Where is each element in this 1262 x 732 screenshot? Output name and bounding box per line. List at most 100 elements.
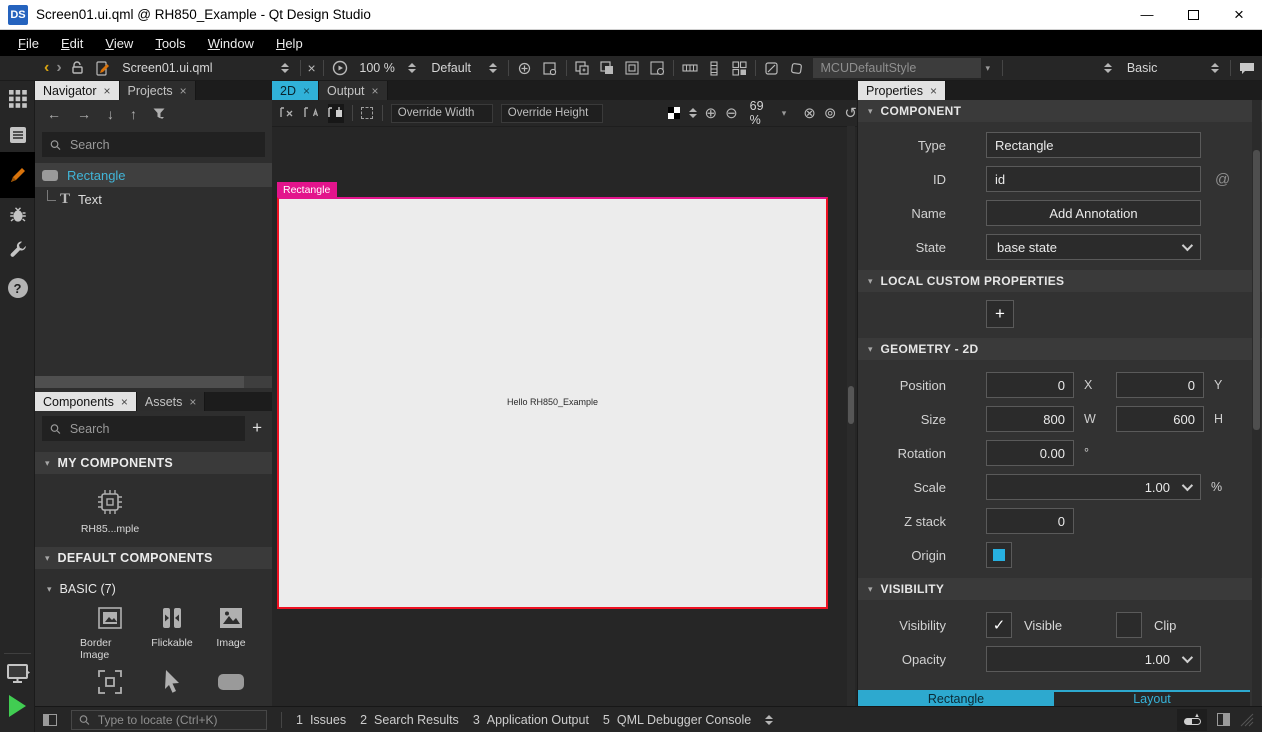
preview-zoom-selector[interactable]: 100 % <box>355 58 420 78</box>
menu-window[interactable]: Window <box>198 33 264 54</box>
component-flickable[interactable]: Flickable <box>142 605 202 649</box>
back-button[interactable]: ‹ <box>44 60 49 76</box>
move-up-button[interactable]: ↑ <box>130 106 137 122</box>
minimize-button[interactable]: — <box>1124 0 1170 29</box>
components-search-input[interactable] <box>68 421 237 437</box>
tab-projects[interactable]: Projects × <box>120 81 196 100</box>
rotation-input[interactable] <box>986 440 1074 466</box>
clip-checkbox[interactable] <box>1116 612 1142 638</box>
document-selector[interactable]: Screen01.ui.qml <box>118 58 292 78</box>
scrollbar-thumb[interactable] <box>1253 150 1260 430</box>
artboard[interactable]: Hello RH850_Example <box>277 197 828 609</box>
tab-assets[interactable]: Assets × <box>137 392 206 411</box>
zoom-all-icon[interactable]: ⊗ <box>803 106 816 121</box>
tab-layout[interactable]: Layout <box>1054 692 1250 706</box>
close-icon[interactable]: × <box>104 84 111 98</box>
section-default-components[interactable]: ▾ DEFAULT COMPONENTS <box>35 547 272 569</box>
zstack-input[interactable] <box>986 508 1074 534</box>
lock-icon[interactable] <box>69 58 87 78</box>
section-visibility[interactable]: ▾ VISIBILITY <box>858 578 1262 600</box>
annotation-at-icon[interactable]: @ <box>1215 171 1230 188</box>
snap-items-icon[interactable] <box>328 104 344 123</box>
grid-view-icon[interactable] <box>730 58 748 78</box>
edit-shape-icon[interactable] <box>763 58 781 78</box>
opacity-dropdown[interactable]: 1.00 <box>986 646 1201 672</box>
debug-mode-button[interactable] <box>0 203 35 227</box>
close-button[interactable]: × <box>1216 0 1262 29</box>
menu-file[interactable]: File <box>8 33 49 54</box>
pane-qml-debugger-console[interactable]: 5 QML Debugger Console <box>603 713 751 727</box>
override-width-input[interactable] <box>391 104 493 123</box>
run-button[interactable] <box>0 693 35 719</box>
refresh-bounds-icon[interactable] <box>648 58 666 78</box>
target-selector[interactable]: Default <box>427 58 501 78</box>
edit-mode-button[interactable] <box>0 123 35 147</box>
theme-selector[interactable]: Basic <box>1123 58 1224 78</box>
position-x-input[interactable] <box>986 372 1074 398</box>
edit-document-icon[interactable] <box>93 58 111 78</box>
help-mode-button[interactable]: ? <box>0 276 35 300</box>
progress-indicator[interactable]: ▲ <box>1177 709 1207 731</box>
size-h-input[interactable] <box>1116 406 1204 432</box>
show-bounds-icon[interactable] <box>361 104 374 123</box>
design-mode-button[interactable] <box>0 152 35 198</box>
id-input[interactable] <box>986 166 1201 192</box>
tab-navigator[interactable]: Navigator × <box>35 81 120 100</box>
move-left-button[interactable]: ← <box>47 106 61 122</box>
artboard-text[interactable]: Hello RH850_Example <box>279 397 826 407</box>
canvas-color-icon[interactable] <box>667 104 680 123</box>
component-image[interactable]: Image <box>201 605 261 649</box>
type-input[interactable] <box>986 132 1201 158</box>
scale-dropdown[interactable]: 1.00 <box>986 474 1201 500</box>
run-preview-icon[interactable] <box>331 58 349 78</box>
tab-rectangle[interactable]: Rectangle <box>858 692 1054 706</box>
tree-item-text[interactable]: T Text <box>35 187 272 211</box>
menu-edit[interactable]: Edit <box>51 33 93 54</box>
toggle-right-sidebar-icon[interactable] <box>1217 713 1230 726</box>
section-basic[interactable]: ▾ BASIC (7) <box>35 579 116 599</box>
close-icon[interactable]: × <box>121 395 128 409</box>
projects-mode-button[interactable] <box>0 237 35 261</box>
add-module-button[interactable]: + <box>252 418 262 438</box>
pane-spinner-icon[interactable] <box>765 715 773 725</box>
component-rectangle[interactable] <box>201 672 261 692</box>
filter-icon[interactable] <box>153 108 166 120</box>
zoom-fit-icon[interactable]: ⊚ <box>824 106 837 121</box>
navigator-search[interactable] <box>42 132 265 157</box>
export-frame-icon[interactable] <box>541 58 559 78</box>
timeline-icon[interactable] <box>681 58 699 78</box>
component-mouse-area[interactable] <box>142 668 202 696</box>
scrollbar-thumb[interactable] <box>848 386 854 424</box>
tab-2d[interactable]: 2D × <box>272 81 319 100</box>
size-w-input[interactable] <box>986 406 1074 432</box>
locator[interactable] <box>71 710 267 730</box>
toggle-sidebar-icon[interactable] <box>43 714 57 726</box>
panel-splitter[interactable] <box>35 376 272 388</box>
properties-scrollbar[interactable] <box>1252 100 1261 706</box>
section-component[interactable]: ▾ COMPONENT <box>858 100 1262 122</box>
duplicate-component-icon[interactable] <box>598 58 616 78</box>
tab-components[interactable]: Components × <box>35 392 137 411</box>
component-rh850-example[interactable]: RH85...mple <box>80 487 140 535</box>
create-component-icon[interactable] <box>574 58 592 78</box>
menu-help[interactable]: Help <box>266 33 313 54</box>
maximize-button[interactable] <box>1170 0 1216 29</box>
rotate-shape-icon[interactable] <box>788 58 806 78</box>
add-annotation-button[interactable]: Add Annotation <box>986 200 1201 226</box>
tree-item-rectangle[interactable]: Rectangle <box>35 163 272 187</box>
zoom-out-icon[interactable]: ⊖ <box>725 106 738 121</box>
visible-checkbox[interactable]: ✓ <box>986 612 1012 638</box>
close-icon[interactable]: × <box>930 84 937 98</box>
pane-issues[interactable]: 1 Issues <box>296 713 346 727</box>
section-geometry-2d[interactable]: ▾ GEOMETRY - 2D <box>858 338 1262 360</box>
components-search[interactable] <box>42 416 245 441</box>
kit-selector-button[interactable] <box>0 661 35 687</box>
tab-output[interactable]: Output × <box>319 81 388 100</box>
forward-button[interactable]: › <box>56 60 61 76</box>
pane-search-results[interactable]: 2 Search Results <box>360 713 459 727</box>
move-right-button[interactable]: → <box>77 106 91 122</box>
navigator-search-input[interactable] <box>68 137 257 153</box>
position-y-input[interactable] <box>1116 372 1204 398</box>
component-border-image[interactable]: Border Image <box>80 605 140 661</box>
workspace-selector[interactable] <box>1010 58 1116 78</box>
